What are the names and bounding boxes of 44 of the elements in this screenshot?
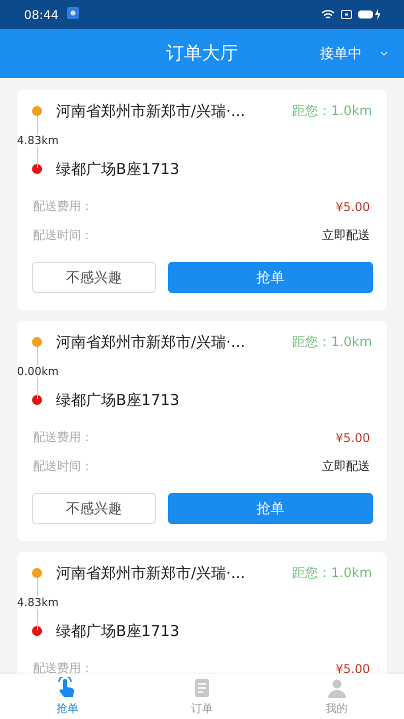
decline-button[interactable]: 不感兴趣 [32,262,156,293]
fee-label: 配送费用： [33,198,93,215]
time-label: 配送时间： [33,458,93,475]
tab-item[interactable]: 抢单 [0,674,135,719]
decline-button[interactable]: 不感兴趣 [32,493,156,524]
distance-to-you: 距您：1.0km [292,334,372,351]
pickup-dot [32,568,42,578]
dropoff-dot [32,626,42,636]
chevron-down-icon [380,51,388,56]
pickup-dot [32,106,42,116]
fee-value: ¥5.00 [336,430,370,444]
grab-order-button[interactable]: 抢单 [168,262,373,293]
status-dropdown[interactable]: 接单中 [320,29,388,78]
pickup-address: 河南省郑州市新郑市/兴瑞·... [56,102,246,120]
fee-value: ¥5.00 [336,200,370,214]
pickup-dot [32,337,42,347]
tab-item[interactable]: 我的 [269,674,404,719]
distance-to-you: 距您：1.0km [292,103,372,120]
dropoff-address: 绿都广场B座1713 [56,622,180,640]
dropoff-dot [32,395,42,405]
route-distance: 4.83km [17,596,59,608]
dropoff-address: 绿都广场B座1713 [56,390,180,410]
person-icon [326,677,348,699]
app-icon [66,7,79,22]
status-time: 08:44 [24,8,59,22]
grab-order-button[interactable]: 抢单 [168,493,373,524]
pickup-address: 河南省郑州市新郑市/兴瑞·... [56,332,246,352]
wifi-icon [321,9,335,20]
page-title: 订单大厅 [166,42,238,66]
fee-label: 配送费用： [33,429,93,446]
time-value: 立即配送 [322,458,370,475]
battery-charging-icon [358,9,380,20]
fee-value: ¥5.00 [336,662,370,674]
fee-label: 配送费用： [33,660,93,674]
dropoff-address: 绿都广场B座1713 [56,160,180,178]
sim-card-icon [341,10,352,19]
tab-item[interactable]: 订单 [134,674,270,719]
pickup-address: 河南省郑州市新郑市/兴瑞·... [56,564,246,582]
route-distance: 0.00km [17,364,59,378]
distance-to-you: 距您：1.0km [292,565,372,582]
time-value: 立即配送 [322,227,370,244]
dropoff-dot [32,164,42,174]
route-distance: 4.83km [17,134,59,146]
time-label: 配送时间： [33,227,93,244]
